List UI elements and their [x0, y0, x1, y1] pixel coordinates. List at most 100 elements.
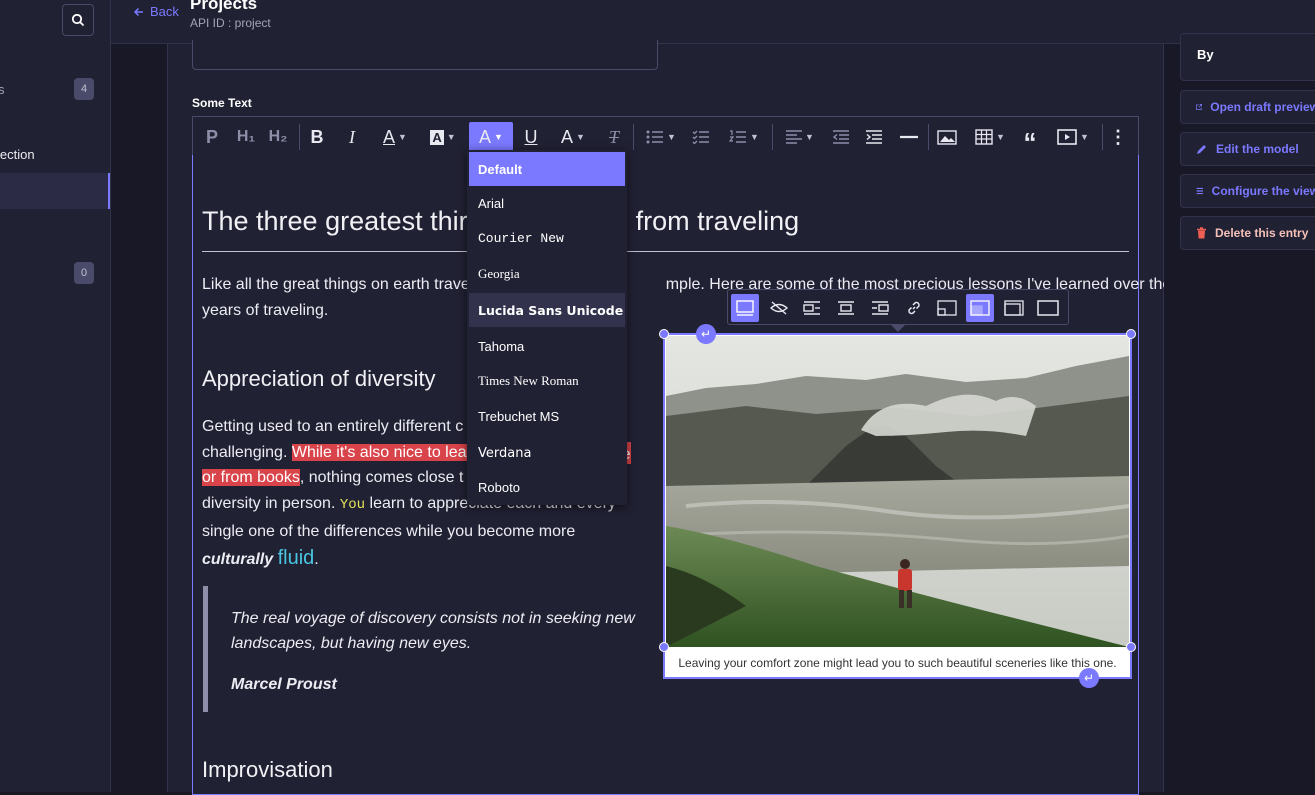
- remove-format-button[interactable]: T: [603, 122, 625, 152]
- font-option-courier-new[interactable]: Courier New: [469, 221, 625, 255]
- font-family-icon: A: [479, 126, 492, 147]
- toggle-caption-button[interactable]: [765, 294, 793, 322]
- underline-button[interactable]: U: [520, 122, 542, 152]
- back-link[interactable]: Back: [133, 4, 179, 19]
- text-run: challenging.: [202, 444, 292, 461]
- edit-model-button[interactable]: Edit the model: [1180, 132, 1315, 166]
- resize-small-button[interactable]: [933, 294, 961, 322]
- toolbar-separator: [1102, 124, 1103, 150]
- font-size-dropdown[interactable]: A ▼: [553, 122, 593, 152]
- configure-view-button[interactable]: Configure the view: [1180, 174, 1315, 208]
- paragraph-line[interactable]: Getting used to an entirely different c: [202, 414, 463, 440]
- blockquote-author[interactable]: Marcel Proust: [231, 676, 337, 694]
- bold-button[interactable]: B: [306, 122, 328, 152]
- font-option-georgia[interactable]: Georgia: [469, 257, 625, 291]
- heading1-icon: H₁: [236, 128, 256, 145]
- toolbar-separator: [772, 124, 773, 150]
- font-option-verdana[interactable]: Verdana: [469, 436, 625, 470]
- align-left-icon: [786, 130, 803, 144]
- font-option-times-new-roman[interactable]: Times New Roman: [469, 364, 625, 398]
- blockquote-line[interactable]: The real voyage of discovery consists no…: [231, 606, 635, 631]
- previous-field-input[interactable]: [192, 40, 658, 70]
- font-color-dropdown[interactable]: A ▼: [375, 122, 415, 152]
- inline-code-text: You: [339, 497, 366, 513]
- indent-button[interactable]: [861, 122, 887, 152]
- outdent-button[interactable]: [828, 122, 854, 152]
- font-family-dropdown[interactable]: A ▼: [469, 122, 513, 152]
- wrap-right-icon: [872, 301, 889, 315]
- paragraph-line[interactable]: or from books, nothing comes close t: [202, 465, 463, 491]
- bulleted-list-dropdown[interactable]: ▼: [641, 122, 681, 152]
- action-label: Delete this entry: [1215, 226, 1309, 240]
- numbered-list-dropdown[interactable]: ▼: [723, 122, 765, 152]
- resize-handle[interactable]: [1126, 329, 1136, 339]
- font-option-trebuchet-ms[interactable]: Trebuchet MS: [469, 399, 625, 433]
- delete-entry-button[interactable]: Delete this entry: [1180, 216, 1315, 250]
- heading-underline: [202, 251, 1129, 252]
- resize-small-icon: [937, 300, 957, 316]
- chevron-down-icon: ▼: [996, 132, 1005, 142]
- italic-button[interactable]: I: [341, 122, 363, 152]
- font-option-tahoma[interactable]: Tahoma: [469, 329, 625, 363]
- search-button[interactable]: [62, 4, 94, 36]
- font-size-icon: A: [561, 126, 574, 147]
- table-icon: [975, 129, 993, 145]
- font-option-roboto[interactable]: Roboto: [469, 470, 625, 504]
- chevron-down-icon: ▼: [446, 132, 456, 142]
- nav-count-badge: 4: [74, 78, 94, 100]
- font-option-arial[interactable]: Arial: [469, 186, 625, 220]
- link-image-button[interactable]: [900, 294, 928, 322]
- wrap-left-icon: [803, 301, 820, 315]
- heading-2[interactable]: Appreciation of diversity: [202, 366, 436, 392]
- insert-paragraph-before-button[interactable]: ↵: [696, 324, 716, 344]
- blockquote-line[interactable]: landscapes, but having new eyes.: [231, 631, 471, 656]
- return-arrow-icon: ↵: [700, 327, 712, 341]
- paragraph-line[interactable]: single one of the differences while you …: [202, 519, 575, 545]
- font-background-dropdown[interactable]: A ▼: [423, 122, 463, 152]
- remove-format-icon: T: [608, 126, 619, 147]
- resize-handle[interactable]: [659, 642, 669, 652]
- chevron-down-icon: ▼: [576, 132, 585, 142]
- image-widget[interactable]: Leaving your comfort zone might lead you…: [663, 333, 1132, 679]
- more-button[interactable]: ⋮: [1108, 122, 1128, 152]
- insert-paragraph-after-button[interactable]: ↵: [1079, 668, 1099, 688]
- heading-1-text-tail: from traveling: [635, 206, 800, 236]
- image-caption[interactable]: Leaving your comfort zone might lead you…: [666, 649, 1129, 677]
- heading-2[interactable]: Improvisation: [202, 757, 333, 783]
- resize-original-icon: [1037, 300, 1059, 316]
- todo-list-button[interactable]: [688, 122, 714, 152]
- resize-large-button[interactable]: [1000, 294, 1028, 322]
- heading1-button[interactable]: H₁: [233, 122, 259, 152]
- block-center-button[interactable]: [832, 294, 860, 322]
- text-run: diversity in person.: [202, 495, 340, 512]
- font-option-default[interactable]: Default: [469, 152, 625, 186]
- resize-medium-button[interactable]: [966, 294, 994, 322]
- table-dropdown[interactable]: ▼: [969, 122, 1011, 152]
- horizontal-line-button[interactable]: [896, 122, 922, 152]
- blockquote-button[interactable]: “: [1017, 122, 1043, 157]
- insert-image-button[interactable]: [934, 122, 960, 152]
- paragraph-line[interactable]: years of traveling.: [202, 298, 328, 324]
- nav-item-active[interactable]: [0, 173, 110, 209]
- resize-original-button[interactable]: [1034, 294, 1062, 322]
- font-option-lucida-sans-unicode[interactable]: Lucida Sans Unicode: [469, 293, 625, 327]
- nav-item-collection[interactable]: lection: [0, 147, 35, 162]
- wrap-left-button[interactable]: [798, 294, 826, 322]
- nav-item-partial[interactable]: s: [0, 82, 5, 97]
- api-id-text: API ID : project: [190, 16, 271, 30]
- open-draft-preview-button[interactable]: Open draft preview: [1180, 90, 1315, 124]
- pencil-icon: [1197, 145, 1206, 154]
- chevron-down-icon: ▼: [667, 132, 676, 142]
- inline-image-button[interactable]: [731, 294, 759, 322]
- paragraph-icon: P: [205, 126, 218, 147]
- alignment-dropdown[interactable]: ▼: [780, 122, 820, 152]
- field-label: Some Text: [192, 96, 252, 110]
- resize-handle[interactable]: [659, 329, 669, 339]
- heading2-button[interactable]: H₂: [265, 122, 291, 152]
- media-embed-dropdown[interactable]: ▼: [1051, 122, 1095, 152]
- paragraph-line[interactable]: culturally fluid.: [202, 545, 319, 573]
- action-label: Edit the model: [1216, 142, 1299, 156]
- paragraph-button[interactable]: P: [201, 122, 223, 152]
- wrap-right-button[interactable]: [866, 294, 894, 322]
- resize-handle[interactable]: [1126, 642, 1136, 652]
